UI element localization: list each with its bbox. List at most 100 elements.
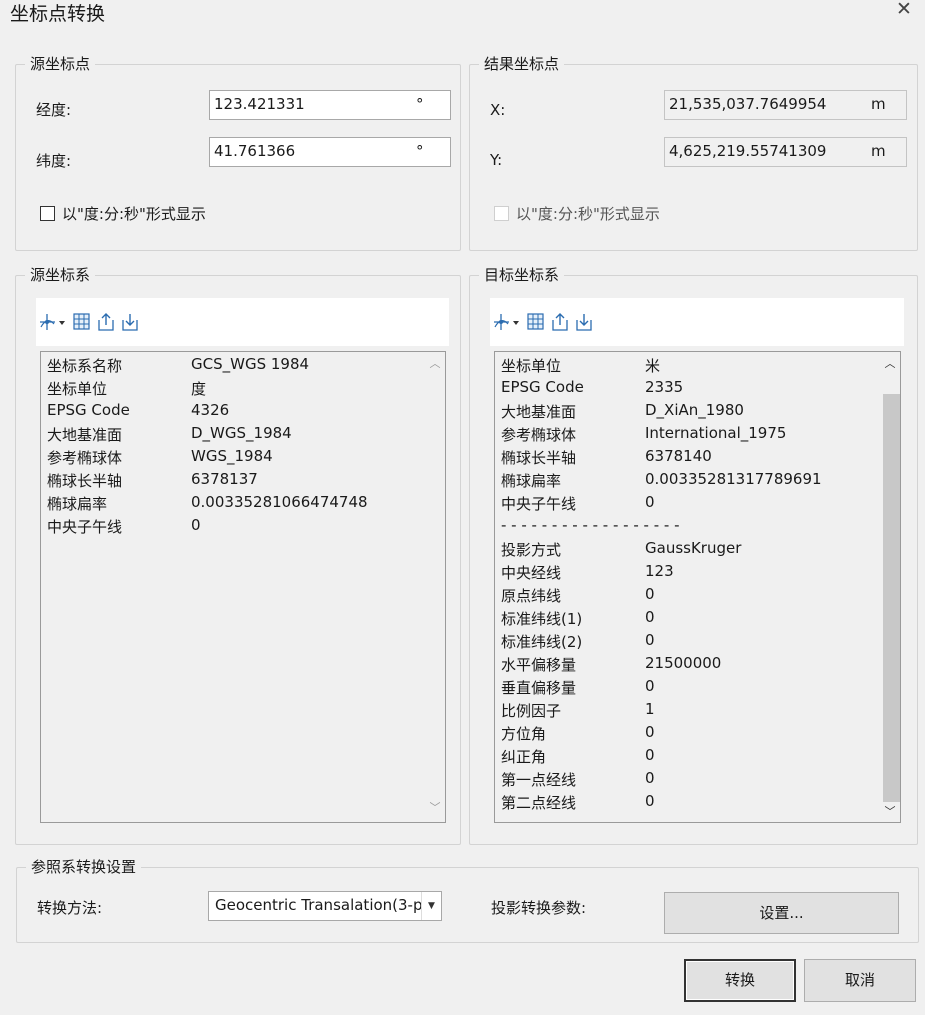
property-key: 投影方式	[501, 541, 562, 559]
property-value: 4326	[191, 401, 230, 419]
x-label: X:	[490, 101, 506, 119]
export-icon[interactable]	[550, 312, 570, 332]
transform-method-label: 转换方法:	[37, 899, 103, 917]
property-key: 椭球扁率	[501, 472, 562, 490]
convert-button[interactable]: 转换	[684, 959, 796, 1002]
import-icon[interactable]	[574, 312, 594, 332]
property-key: 坐标单位	[47, 380, 108, 398]
scroll-down-icon[interactable]: ﹀	[884, 806, 896, 818]
source-dms-checkbox-label[interactable]: 以"度:分:秒"形式显示	[62, 203, 206, 224]
meter-unit: m	[871, 142, 886, 160]
result-point-group: 结果坐标点 X: 21,535,037.7649954 m Y: 4,625,2…	[469, 53, 918, 251]
property-value: D_XiAn_1980	[645, 401, 744, 419]
degree-unit: °	[416, 95, 424, 113]
y-result-field[interactable]: 4,625,219.55741309 m	[664, 137, 907, 167]
property-key: 标准纬线(1)	[501, 610, 583, 628]
target-crs-toolbar	[490, 298, 904, 346]
result-point-legend: 结果坐标点	[479, 53, 565, 75]
property-value: 度	[191, 380, 207, 398]
property-value: 0	[191, 516, 201, 534]
property-key: 原点纬线	[501, 587, 562, 605]
property-value: 123	[645, 562, 674, 580]
property-key: 标准纬线(2)	[501, 633, 583, 651]
transform-method-value: Geocentric Transalation(3-para)	[215, 896, 421, 914]
copy-crs-icon[interactable]	[526, 312, 546, 332]
property-key: EPSG Code	[47, 401, 130, 419]
property-key: 大地基准面	[47, 426, 123, 444]
latitude-value: 41.761366	[214, 142, 296, 160]
settings-button[interactable]: 设置...	[664, 892, 899, 934]
property-value: 0	[645, 769, 655, 787]
crs-select-dropdown-icon[interactable]	[492, 312, 520, 332]
result-dms-checkbox[interactable]	[494, 206, 509, 221]
import-icon[interactable]	[120, 312, 140, 332]
property-value: 0	[645, 493, 655, 511]
property-value: 0	[645, 723, 655, 741]
property-value: 0	[645, 677, 655, 695]
scroll-up-icon[interactable]: ︿	[884, 358, 896, 370]
property-key: 中央子午线	[501, 495, 577, 513]
property-value: 米	[645, 357, 661, 375]
source-crs-properties-list[interactable]: ︿ ﹀ 坐标系名称 GCS_WGS 1984 坐标单位 度 EPSG Code 4326 大…	[40, 351, 446, 823]
transform-settings-group: 参照系转换设置 转换方法: Geocentric Transalation(3-…	[16, 856, 919, 943]
property-key: 椭球扁率	[47, 495, 108, 513]
property-key: 中央经线	[501, 564, 562, 582]
property-key: 参考椭球体	[47, 449, 123, 467]
property-value: 0	[645, 608, 655, 626]
property-value: 1	[645, 700, 655, 718]
crs-select-dropdown-icon[interactable]	[38, 312, 66, 332]
scroll-thumb[interactable]	[883, 394, 900, 802]
source-crs-toolbar	[36, 298, 449, 346]
property-value: 0.00335281066474748	[191, 493, 368, 511]
latitude-field[interactable]: 41.761366 °	[209, 137, 451, 167]
cancel-button[interactable]: 取消	[804, 959, 916, 1002]
target-crs-scrollbar[interactable]: ︿ ﹀	[881, 352, 900, 822]
transform-settings-legend: 参照系转换设置	[26, 856, 142, 878]
longitude-value: 123.421331	[214, 95, 305, 113]
projection-params-label: 投影转换参数:	[491, 899, 587, 917]
property-key: - - - - - - - - - - - - - - - - - -	[501, 516, 680, 534]
target-crs-properties-list[interactable]: ︿ ﹀ 坐标单位 米 EPSG Code 2335 大地基准面 D_XiAn_1980 参考…	[494, 351, 901, 823]
property-key: 纠正角	[501, 748, 547, 766]
window-title: 坐标点转换	[10, 3, 106, 25]
y-label: Y:	[490, 151, 503, 169]
transform-method-select[interactable]: Geocentric Transalation(3-para) ▼	[208, 891, 442, 921]
property-key: 椭球长半轴	[501, 449, 577, 467]
property-value: 6378137	[191, 470, 258, 488]
property-value: 2335	[645, 378, 684, 396]
close-icon[interactable]: ✕	[895, 0, 913, 20]
longitude-field[interactable]: 123.421331 °	[209, 90, 451, 120]
chevron-down-icon[interactable]: ▼	[421, 892, 441, 920]
source-crs-legend: 源坐标系	[25, 264, 96, 286]
property-value: 21500000	[645, 654, 722, 672]
property-key: 大地基准面	[501, 403, 577, 421]
source-point-group: 源坐标点 经度: 123.421331 ° 纬度: 41.761366 ° 以"…	[15, 53, 461, 251]
property-key: 第一点经线	[501, 771, 577, 789]
property-key: 水平偏移量	[501, 656, 577, 674]
scroll-down-icon[interactable]: ﹀	[429, 802, 441, 814]
property-value: 0	[645, 792, 655, 810]
property-key: 第二点经线	[501, 794, 577, 812]
source-point-legend: 源坐标点	[25, 53, 96, 75]
x-result-value: 21,535,037.7649954	[669, 95, 827, 113]
property-key: 垂直偏移量	[501, 679, 577, 697]
longitude-label: 经度:	[36, 101, 72, 119]
property-value: 0	[645, 746, 655, 764]
source-crs-scrollbar[interactable]: ︿ ﹀	[426, 352, 445, 822]
property-value: WGS_1984	[191, 447, 273, 465]
scroll-up-icon[interactable]: ︿	[429, 358, 441, 370]
x-result-field[interactable]: 21,535,037.7649954 m	[664, 90, 907, 120]
property-value: D_WGS_1984	[191, 424, 292, 442]
property-key: 参考椭球体	[501, 426, 577, 444]
property-value: GCS_WGS 1984	[191, 355, 310, 373]
property-key: 椭球长半轴	[47, 472, 123, 490]
result-dms-checkbox-label: 以"度:分:秒"形式显示	[516, 205, 660, 223]
property-key: 方位角	[501, 725, 547, 743]
meter-unit: m	[871, 95, 886, 113]
copy-crs-icon[interactable]	[72, 312, 92, 332]
latitude-label: 纬度:	[36, 152, 72, 170]
property-key: 中央子午线	[47, 518, 123, 536]
export-icon[interactable]	[96, 312, 116, 332]
property-key: 比例因子	[501, 702, 562, 720]
source-dms-checkbox[interactable]	[40, 206, 55, 221]
